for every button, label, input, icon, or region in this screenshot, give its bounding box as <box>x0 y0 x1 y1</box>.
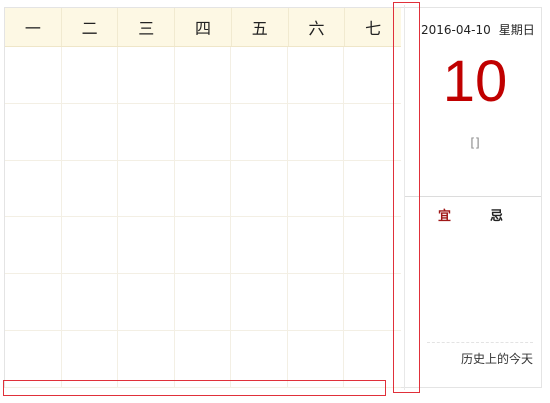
day-cell[interactable] <box>61 160 119 218</box>
day-cell[interactable] <box>174 274 232 332</box>
date-detail-panel: 2016-04-10 星期日 10 [] 宜 忌 历史上的今天 <box>405 8 541 388</box>
day-cell[interactable] <box>287 217 345 275</box>
day-cell[interactable] <box>118 160 175 218</box>
day-cell[interactable] <box>287 103 345 161</box>
day-cell[interactable] <box>231 47 288 104</box>
weekday-text: 星期日 <box>498 23 535 37</box>
day-cell[interactable] <box>174 103 232 161</box>
day-cell[interactable] <box>118 217 175 275</box>
day-cell[interactable] <box>231 217 288 275</box>
day-cell[interactable] <box>5 160 62 218</box>
day-cell[interactable] <box>61 274 119 332</box>
weekday-mon: 一 <box>5 8 62 46</box>
date-text: 2016-04-10 <box>421 23 491 37</box>
weekday-tue: 二 <box>62 8 119 46</box>
day-cell[interactable] <box>287 274 345 332</box>
weekday-sat: 六 <box>289 8 346 46</box>
history-divider <box>427 342 533 343</box>
day-cell[interactable] <box>231 274 288 332</box>
day-cell[interactable] <box>287 47 345 104</box>
weekday-header: 一 二 三 四 五 六 七 <box>5 8 401 47</box>
weekday-wed: 三 <box>118 8 176 46</box>
day-cell[interactable] <box>5 103 62 161</box>
panel-divider <box>405 196 541 197</box>
lunar-date: [] <box>470 136 480 150</box>
yi-label: 宜 <box>438 209 452 224</box>
day-cell[interactable] <box>5 47 62 104</box>
scrollbar-track <box>404 5 405 390</box>
day-cell[interactable] <box>174 47 232 104</box>
day-cell[interactable] <box>61 47 119 104</box>
day-cell[interactable] <box>118 103 175 161</box>
day-cell[interactable] <box>174 217 232 275</box>
horizontal-scrollbar-highlight[interactable] <box>3 380 386 396</box>
day-cells <box>5 47 401 388</box>
day-cell[interactable] <box>61 103 119 161</box>
vertical-scrollbar-highlight[interactable] <box>393 2 420 393</box>
weekday-thu: 四 <box>175 8 232 46</box>
weekday-fri: 五 <box>232 8 289 46</box>
calendar-grid: 一 二 三 四 五 六 七 <box>5 8 401 388</box>
current-date: 2016-04-10 星期日 <box>421 21 535 38</box>
day-cell[interactable] <box>118 274 175 332</box>
ji-label: 忌 <box>490 209 504 224</box>
day-cell[interactable] <box>287 160 345 218</box>
day-cell[interactable] <box>231 103 288 161</box>
day-cell[interactable] <box>5 217 62 275</box>
big-day-number: 10 <box>442 49 508 114</box>
day-cell[interactable] <box>231 160 288 218</box>
day-cell[interactable] <box>61 217 119 275</box>
day-cell[interactable] <box>5 274 62 332</box>
day-cell[interactable] <box>118 47 175 104</box>
day-cell[interactable] <box>174 160 232 218</box>
history-today-link[interactable]: 历史上的今天 <box>461 350 533 367</box>
